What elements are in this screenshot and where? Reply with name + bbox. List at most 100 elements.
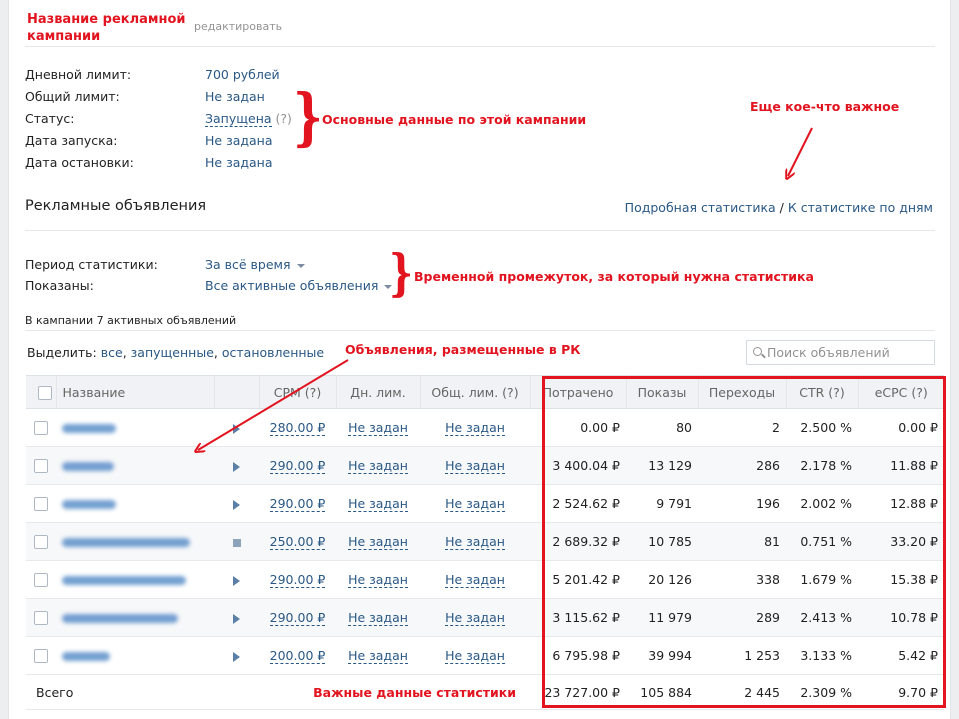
clicks-cell: 289	[698, 598, 786, 637]
impressions-cell: 80	[626, 408, 698, 447]
play-icon[interactable]	[233, 651, 240, 662]
row-checkbox[interactable]	[34, 497, 48, 512]
ad-name-link[interactable]	[56, 408, 214, 447]
cpm-edit-link[interactable]: 290.00 ₽	[269, 496, 326, 512]
cpm-edit-link[interactable]: 290.00 ₽	[269, 458, 326, 474]
period-dropdown[interactable]: За всё время	[205, 257, 305, 272]
status-toggle-link[interactable]: Запущена	[205, 111, 272, 127]
clicks-cell: 81	[698, 522, 786, 561]
play-icon[interactable]	[233, 613, 240, 624]
col-name[interactable]: Название	[56, 375, 215, 409]
day-limit-edit-link[interactable]: Не задан	[348, 534, 408, 550]
play-icon[interactable]	[233, 423, 240, 434]
status-help-icon[interactable]: (?)	[276, 111, 292, 126]
row-checkbox[interactable]	[34, 649, 48, 664]
impressions-cell: 11 979	[626, 598, 698, 637]
day-limit-cell: Не задан	[336, 636, 420, 675]
table-row: 290.00 ₽ Не задан Не задан 3 400.04 ₽ 13…	[26, 446, 944, 485]
total-limit-cell: Не задан	[420, 636, 530, 675]
cpm-cell: 290.00 ₽	[259, 446, 336, 485]
select-bar: Выделить: все, запущенные, остановленные	[27, 345, 324, 360]
col-spent[interactable]: Потрачено	[530, 375, 627, 409]
row-checkbox[interactable]	[34, 459, 48, 474]
cpm-edit-link[interactable]: 280.00 ₽	[269, 420, 326, 436]
ad-name-link[interactable]	[56, 560, 214, 599]
shown-dropdown[interactable]: Все активные объявления	[205, 278, 393, 293]
ad-name-redacted	[62, 652, 110, 661]
table-row: 290.00 ₽ Не задан Не задан 2 524.62 ₽ 9 …	[26, 484, 944, 523]
col-impressions[interactable]: Показы	[626, 375, 699, 409]
day-limit-edit-link[interactable]: Не задан	[348, 572, 408, 588]
play-icon[interactable]	[233, 499, 240, 510]
table-row: 250.00 ₽ Не задан Не задан 2 689.32 ₽ 10…	[26, 522, 944, 561]
cpm-edit-link[interactable]: 250.00 ₽	[269, 534, 326, 550]
row-checkbox[interactable]	[34, 535, 48, 550]
select-running-link[interactable]: запущенные	[131, 345, 214, 360]
ecpc-cell: 5.42 ₽	[858, 636, 944, 675]
cpm-edit-link[interactable]: 290.00 ₽	[269, 572, 326, 588]
col-day-limit[interactable]: Дн. лим.	[336, 375, 421, 409]
total-limit-cell: Не задан	[420, 484, 530, 523]
day-limit-edit-link[interactable]: Не задан	[348, 420, 408, 436]
info-label-daily-limit: Дневной лимит:	[25, 67, 132, 82]
annotation-important-stats: Важные данные статистики	[313, 684, 516, 700]
impressions-cell: 9 791	[626, 484, 698, 523]
col-cpm[interactable]: CPM (?)	[259, 375, 337, 409]
ad-name-link[interactable]	[56, 598, 214, 637]
stats-links: Подробная статистика / К статистике по д…	[625, 200, 933, 215]
total-label: Всего	[26, 674, 214, 710]
ecpc-cell: 10.78 ₽	[858, 598, 944, 637]
ad-name-link[interactable]	[56, 484, 214, 523]
cpm-cell: 250.00 ₽	[259, 522, 336, 561]
total-limit-edit-link[interactable]: Не задан	[445, 420, 505, 436]
play-icon[interactable]	[233, 575, 240, 586]
select-all-checkbox[interactable]	[37, 385, 52, 400]
day-limit-edit-link[interactable]: Не задан	[348, 458, 408, 474]
row-checkbox[interactable]	[34, 611, 48, 626]
info-value-total-limit: Не задан	[205, 89, 265, 104]
cpm-edit-link[interactable]: 290.00 ₽	[269, 610, 326, 626]
ad-name-link[interactable]	[56, 446, 214, 485]
col-clicks[interactable]: Переходы	[698, 375, 787, 409]
stop-icon[interactable]	[232, 538, 241, 547]
clicks-cell: 1 253	[698, 636, 786, 675]
daily-stats-link[interactable]: К статистике по дням	[788, 200, 933, 215]
total-limit-cell: Не задан	[420, 598, 530, 637]
total-limit-edit-link[interactable]: Не задан	[445, 534, 505, 550]
cpm-cell: 290.00 ₽	[259, 484, 336, 523]
detailed-stats-link[interactable]: Подробная статистика	[625, 200, 776, 215]
col-total-limit[interactable]: Общ. лим. (?)	[420, 375, 531, 409]
select-all-link[interactable]: все	[101, 345, 123, 360]
col-ctr[interactable]: CTR (?)	[786, 375, 859, 409]
total-limit-edit-link[interactable]: Не задан	[445, 496, 505, 512]
status-cell	[214, 484, 259, 523]
cpm-edit-link[interactable]: 200.00 ₽	[269, 648, 326, 664]
search-input[interactable]: Поиск объявлений	[746, 340, 935, 365]
total-limit-edit-link[interactable]: Не задан	[445, 610, 505, 626]
info-label-total-limit: Общий лимит:	[25, 89, 120, 104]
select-label: Выделить:	[27, 345, 97, 360]
ad-name-redacted	[62, 614, 178, 623]
edit-campaign-link[interactable]: редактировать	[194, 20, 282, 33]
ad-name-link[interactable]	[56, 522, 214, 561]
total-impressions: 105 884	[626, 674, 698, 710]
info-value-start-date: Не задана	[205, 133, 273, 148]
row-checkbox[interactable]	[34, 573, 48, 588]
select-stopped-link[interactable]: остановленные	[222, 345, 324, 360]
total-limit-edit-link[interactable]: Не задан	[445, 648, 505, 664]
day-limit-cell: Не задан	[336, 522, 420, 561]
clicks-cell: 2	[698, 408, 786, 447]
row-checkbox[interactable]	[34, 421, 48, 436]
col-ecpc[interactable]: eCPC (?)	[858, 375, 944, 409]
row-checkbox-cell	[26, 446, 56, 485]
play-icon[interactable]	[233, 461, 240, 472]
ad-name-link[interactable]	[56, 636, 214, 675]
campaign-card: Название рекламной кампании редактироват…	[8, 0, 951, 719]
active-ads-count: В кампании 7 активных объявлений	[25, 314, 237, 327]
day-limit-edit-link[interactable]: Не задан	[348, 610, 408, 626]
total-limit-edit-link[interactable]: Не задан	[445, 458, 505, 474]
day-limit-edit-link[interactable]: Не задан	[348, 496, 408, 512]
day-limit-edit-link[interactable]: Не задан	[348, 648, 408, 664]
total-limit-edit-link[interactable]: Не задан	[445, 572, 505, 588]
annotation-important-stats-cell: Важные данные статистики	[214, 674, 530, 710]
